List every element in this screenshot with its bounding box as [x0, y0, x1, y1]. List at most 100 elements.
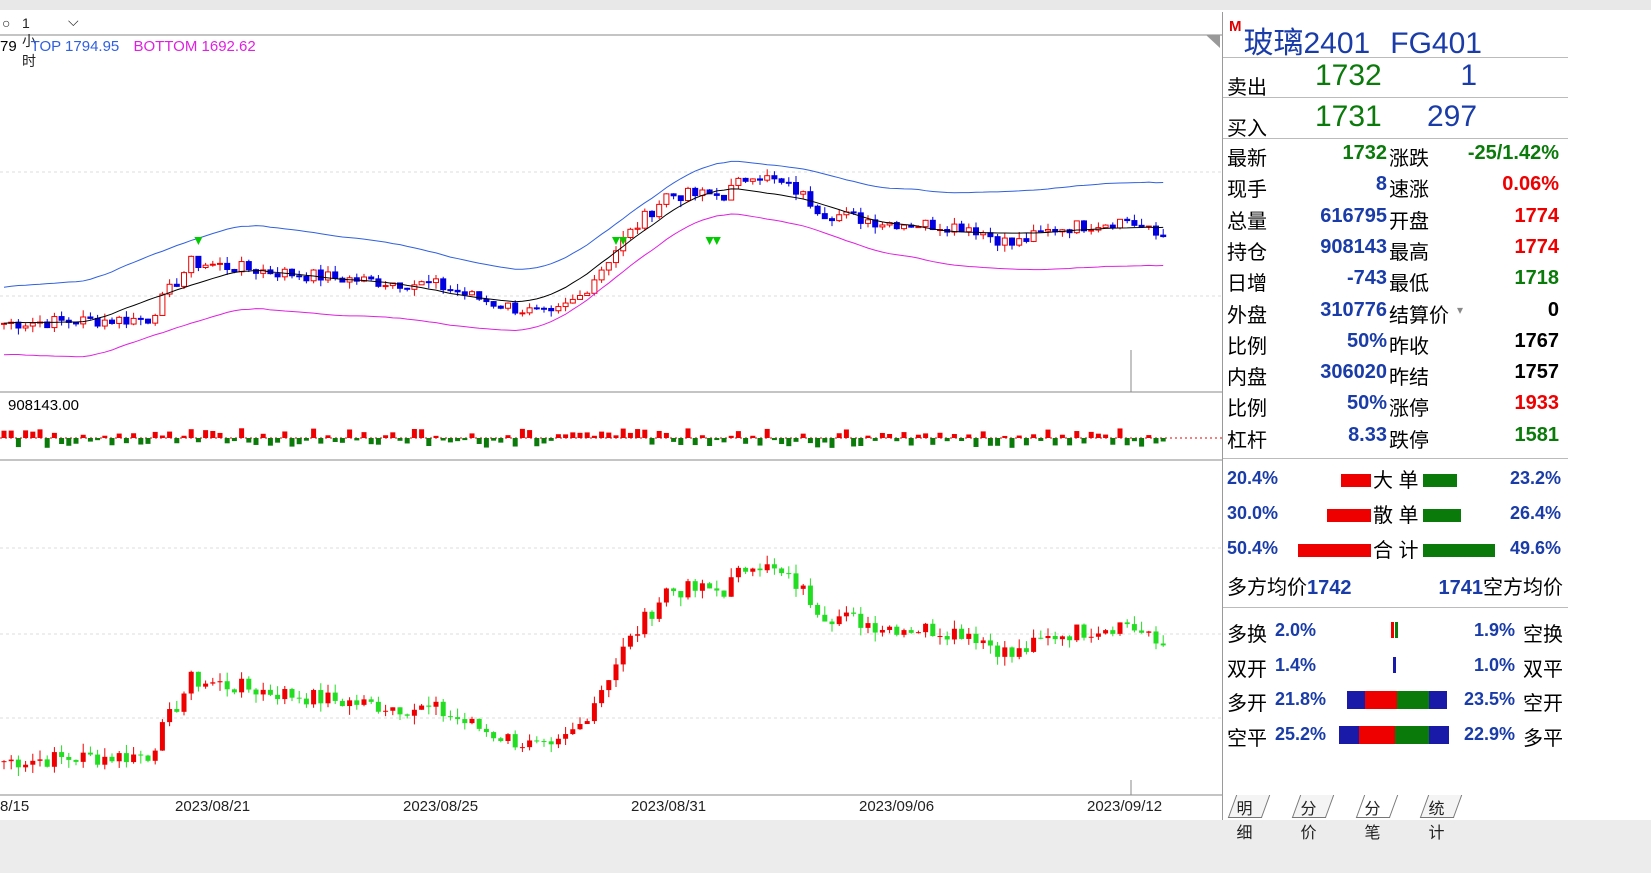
quote-row: 比例 50% 昨收 1767 [1227, 328, 1563, 359]
candle-body [447, 289, 454, 292]
candle-body [1117, 218, 1123, 229]
volume-bar [937, 432, 943, 438]
change-label: 空换 [1523, 624, 1563, 646]
candle-body [188, 671, 194, 694]
candle-body [966, 633, 972, 639]
volume-bar [311, 428, 317, 438]
candle-body [159, 722, 165, 751]
bollinger-mid-line [3, 188, 1164, 324]
volume-bar [426, 438, 432, 447]
candle-body [181, 272, 187, 287]
candle-body [671, 588, 677, 592]
quote-value: -25/1.42% [1467, 142, 1559, 164]
volume-bar [591, 435, 597, 438]
volume-bar [383, 435, 389, 438]
candle-body [246, 678, 252, 690]
candle-body [440, 278, 447, 291]
volume-bar [51, 432, 57, 438]
candle-body [685, 187, 691, 202]
candle-body [879, 629, 885, 633]
candle-body [1153, 631, 1159, 644]
caret-down-icon[interactable]: ▾ [1457, 303, 1463, 317]
volume-bar [440, 438, 446, 441]
volume-bar [231, 438, 237, 442]
volume-bar [1131, 438, 1137, 442]
candle-body [771, 564, 777, 569]
candle-body [930, 623, 936, 637]
status-bar [0, 820, 1651, 873]
candle-body [426, 705, 432, 707]
volume-bar [606, 432, 612, 438]
volume-bar [1038, 438, 1044, 441]
x-tick-label: 2023/08/21 [175, 798, 251, 815]
candle-body [692, 581, 698, 591]
candle-body [1016, 238, 1023, 246]
candle-body [1088, 229, 1095, 232]
candle-body [138, 754, 144, 756]
candle-body [174, 709, 180, 712]
open-interest-label: 908143.00 [8, 397, 79, 414]
candle-body [512, 734, 518, 748]
volume-bar [548, 438, 554, 441]
candle-body [505, 734, 511, 741]
quote-label: 涨停 [1389, 398, 1429, 421]
x-axis: 8/15 2023/08/21 2023/08/25 2023/08/31 20… [0, 798, 1222, 820]
candle-body [699, 583, 705, 591]
candle-body [685, 581, 691, 598]
volume-bar [728, 435, 734, 438]
quote-row: 内盘 306020 昨结 1757 [1227, 359, 1563, 390]
candle-body [563, 734, 569, 739]
kline-chart-area[interactable]: ○ 1小时 ⌵ 79 TOP 1794.95 BOTTOM 1692.62 90… [0, 0, 1222, 873]
buy-qty: 297 [1427, 100, 1478, 133]
volume-bar [534, 438, 540, 447]
buy-percent: 50.4% [1227, 538, 1279, 558]
volume-bar [987, 438, 993, 446]
candle-body [663, 193, 670, 205]
candle-body [1, 761, 7, 763]
volume-bar [707, 438, 713, 446]
quote-row: 杠杆 8.33 跌停 1581 [1227, 422, 1563, 453]
candle-body [411, 709, 417, 716]
candle-body [404, 714, 410, 716]
candle-body [116, 316, 123, 324]
candle-body [303, 275, 310, 282]
volume-bar [498, 438, 504, 443]
candle-body [419, 705, 425, 710]
volume-bar [289, 438, 295, 447]
candle-body [101, 319, 108, 327]
candle-body [1110, 630, 1116, 634]
candle-body [476, 718, 482, 729]
quote-value: 1933 [1514, 392, 1560, 415]
candle-body [793, 573, 799, 589]
quote-label: 总量 [1227, 210, 1267, 233]
volume-bar [1074, 431, 1080, 438]
change-label: 空平 [1227, 727, 1267, 750]
volume-bar [750, 435, 756, 438]
volume-bar [318, 438, 324, 444]
candle-body [527, 740, 533, 748]
candle-body [1037, 230, 1044, 233]
sell-percent: 49.6% [1509, 538, 1561, 558]
volume-bar [930, 438, 936, 445]
candle-body [347, 700, 353, 707]
quote-value: 1757 [1514, 361, 1560, 384]
candle-body [858, 613, 864, 628]
candle-body [303, 698, 309, 705]
kline-chart[interactable] [0, 0, 1222, 800]
candle-body [865, 623, 871, 628]
candle-body [23, 764, 29, 768]
candle-body [15, 321, 22, 329]
divider [1223, 138, 1568, 139]
candle-body [260, 689, 266, 695]
chevron-down-icon[interactable]: ⌵ [68, 13, 79, 30]
volume-bar [44, 438, 50, 448]
candle-body [785, 181, 792, 184]
change-percent: 1.0% [1473, 654, 1515, 675]
volume-bar [563, 434, 569, 438]
buy-bar [1341, 474, 1371, 487]
volume-bar [1, 430, 7, 438]
candle-body [167, 709, 173, 723]
candle-body [368, 276, 375, 280]
volume-bar [786, 438, 792, 447]
quote-row: 现手 8 速涨 0.06% [1227, 171, 1563, 202]
